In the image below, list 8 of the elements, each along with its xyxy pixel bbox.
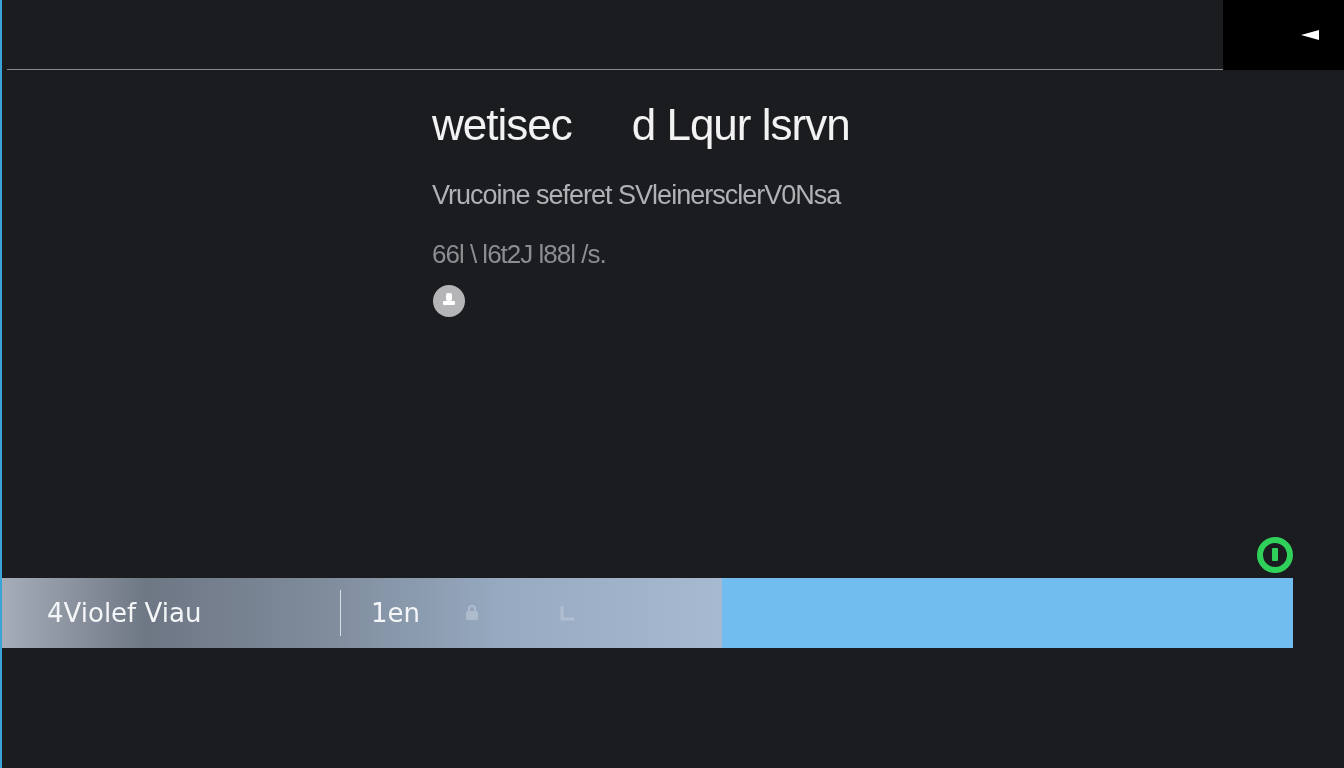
title-text: d Lqur lsrvn	[631, 100, 850, 150]
lock-icon	[465, 605, 480, 621]
bar-label: 4Violef Viau	[47, 598, 203, 628]
info-icon	[432, 284, 466, 318]
subtitle: Vrucoine seferet SVleinersclerV0Nsa	[432, 180, 841, 211]
bar-value: 1en	[371, 598, 421, 628]
meta-text: 66l \ l6t2J l88l /s.	[432, 239, 606, 270]
title-text: wetisec	[432, 100, 572, 150]
